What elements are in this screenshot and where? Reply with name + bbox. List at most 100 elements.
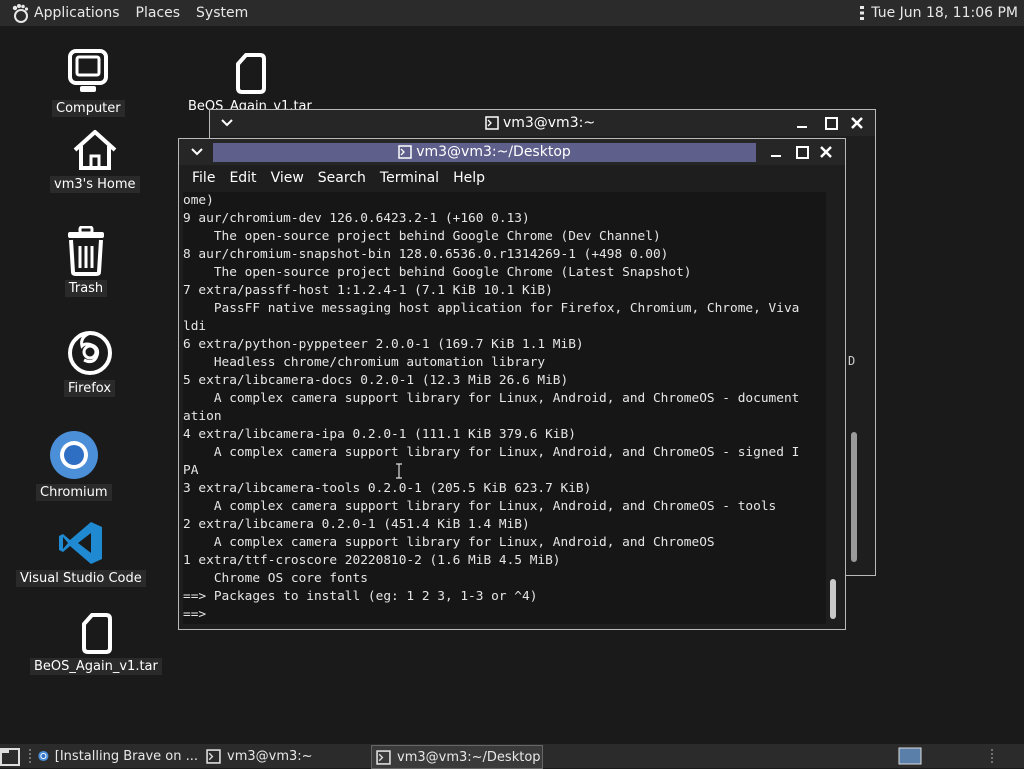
- close-button[interactable]: [848, 114, 866, 132]
- archive-file-icon: [81, 613, 112, 654]
- terminal-menubar: File Edit View Search Terminal Help: [180, 166, 840, 190]
- desktop-icon-beos-archive[interactable]: BeOS_Again_v1.tar: [30, 612, 162, 675]
- maximize-icon: [824, 116, 838, 130]
- terminal-prompt-line[interactable]: ==>: [183, 606, 826, 624]
- computer-icon: [68, 49, 109, 92]
- terminal-line: The open-source project behind Google Ch…: [183, 265, 692, 280]
- terminal-line: 8 aur/chromium-snapshot-bin 128.0.6536.0…: [183, 247, 669, 262]
- desktop-icon-beos-archive-top[interactable]: BeOS_Again_v1.tar: [184, 52, 316, 115]
- terminal-line: 5 extra/libcamera-docs 0.2.0-1 (12.3 MiB…: [183, 373, 569, 388]
- desktop-icon-label: BeOS_Again_v1.tar: [30, 658, 162, 675]
- panel-tray: Tue Jun 18, 11:06 PM: [859, 0, 1018, 26]
- desktop-icon-chromium[interactable]: Chromium: [36, 430, 112, 501]
- terminal-line: PassFF native messaging host application…: [183, 301, 800, 316]
- terminal-line: ==> Packages to install (eg: 1 2 3, 1-3 …: [183, 589, 538, 604]
- terminal-window-desktop[interactable]: vm3@vm3:~/Desktop File Edit View Search …: [178, 138, 846, 630]
- desktop-icon-label: Chromium: [36, 484, 112, 501]
- terminal-icon: [485, 116, 499, 130]
- terminal-line: 1 extra/ttf-croscore 20220810-2 (1.6 MiB…: [183, 553, 561, 568]
- gnome-foot-icon: [12, 4, 29, 23]
- terminal-line: ome): [183, 193, 214, 208]
- back-window-partial-text: D: [848, 354, 856, 368]
- taskbar-item-label: vm3@vm3:~: [227, 748, 313, 764]
- window-menu-button[interactable]: [218, 114, 236, 132]
- desktop-icon-label: vm3's Home: [50, 176, 140, 193]
- chevron-down-icon: [191, 148, 203, 156]
- desktop-icon-home[interactable]: vm3's Home: [50, 128, 140, 193]
- trash-icon: [68, 226, 104, 276]
- desktop-icon-label: Firefox: [64, 380, 116, 397]
- terminal-line: A complex camera support library for Lin…: [183, 535, 715, 550]
- desktop-icon-label: Visual Studio Code: [16, 570, 146, 587]
- terminal-icon: [206, 748, 221, 764]
- window-title: vm3@vm3:~/Desktop: [213, 141, 756, 163]
- desktop-icon-label: Trash: [64, 280, 108, 297]
- taskbar-item-terminal-home[interactable]: vm3@vm3:~: [206, 745, 366, 767]
- chromium-icon: [38, 750, 49, 762]
- minimize-icon: [797, 126, 807, 128]
- text-cursor-icon: [396, 463, 402, 479]
- menu-edit[interactable]: Edit: [229, 170, 256, 186]
- menu-file[interactable]: File: [192, 170, 215, 186]
- tray-separator-icon: [991, 749, 993, 763]
- close-button[interactable]: [817, 143, 835, 161]
- places-menu[interactable]: Places: [136, 5, 181, 21]
- taskbar-item-label: [Installing Brave on ...: [54, 748, 198, 764]
- terminal-line: Chrome OS core fonts: [183, 571, 368, 586]
- desktop-icon-firefox[interactable]: Firefox: [64, 328, 116, 397]
- terminal-line: A complex camera support library for Lin…: [183, 391, 800, 406]
- minimize-button[interactable]: [793, 114, 811, 132]
- taskbar-item-terminal-desktop[interactable]: vm3@vm3:~/Desktop: [371, 745, 543, 769]
- system-menu[interactable]: System: [196, 5, 248, 21]
- vscode-icon: [58, 522, 102, 564]
- menu-terminal[interactable]: Terminal: [380, 170, 439, 186]
- menu-help[interactable]: Help: [453, 170, 485, 186]
- terminal-line: ation: [183, 409, 222, 424]
- workspace-switcher-icon[interactable]: [898, 747, 922, 765]
- terminal-line: ldi: [183, 319, 207, 334]
- terminal-line: 7 extra/passff-host 1:1.2.4-1 (7.1 KiB 1…: [183, 283, 553, 298]
- taskbar-item-label: vm3@vm3:~/Desktop: [397, 749, 541, 765]
- kebab-menu-icon[interactable]: [859, 5, 865, 21]
- taskbar-item-brave-install[interactable]: [Installing Brave on ...: [38, 745, 198, 767]
- terminal-line: A complex camera support library for Lin…: [183, 499, 777, 514]
- top-panel: Applications Places System Tue Jun 18, 1…: [0, 0, 1024, 26]
- menu-search[interactable]: Search: [318, 170, 366, 186]
- terminal-line: 4 extra/libcamera-ipa 0.2.0-1 (111.1 KiB…: [183, 427, 576, 442]
- separator-icon: [29, 749, 31, 763]
- window-titlebar[interactable]: vm3@vm3:~: [210, 110, 875, 136]
- maximize-button[interactable]: [793, 143, 811, 161]
- chevron-down-icon: [221, 119, 233, 127]
- maximize-button[interactable]: [822, 114, 840, 132]
- applications-menu[interactable]: Applications: [10, 3, 120, 23]
- minimize-button[interactable]: [767, 143, 785, 161]
- back-window-scroll-thumb[interactable]: [851, 432, 857, 562]
- applications-menu-label: Applications: [34, 5, 120, 21]
- desktop-icon-label: Computer: [52, 100, 125, 117]
- window-titlebar[interactable]: vm3@vm3:~/Desktop: [179, 139, 845, 165]
- window-menu-button[interactable]: [188, 143, 206, 161]
- close-icon: [820, 146, 832, 158]
- scroll-thumb[interactable]: [830, 579, 836, 619]
- window-title: vm3@vm3:~: [450, 112, 630, 134]
- menu-view[interactable]: View: [271, 170, 304, 186]
- terminal-line: A complex camera support library for Lin…: [183, 445, 800, 460]
- desktop-icon-trash[interactable]: Trash: [62, 226, 110, 297]
- desktop-icon-computer[interactable]: Computer: [52, 48, 125, 117]
- terminal-scrollbar[interactable]: [828, 192, 838, 624]
- terminal-output[interactable]: ome) 9 aur/chromium-dev 126.0.6423.2-1 (…: [183, 192, 826, 624]
- terminal-line: 2 extra/libcamera 0.2.0-1 (451.4 KiB 1.4…: [183, 517, 530, 532]
- firefox-icon: [67, 331, 112, 375]
- terminal-line: PA: [183, 463, 199, 478]
- home-folder-icon: [73, 130, 117, 170]
- bottom-taskbar: [Installing Brave on ... vm3@vm3:~ vm3@v…: [0, 744, 1024, 769]
- clock[interactable]: Tue Jun 18, 11:06 PM: [871, 5, 1018, 21]
- terminal-icon: [376, 749, 391, 765]
- show-desktop-icon[interactable]: [0, 746, 22, 766]
- chromium-icon: [49, 431, 98, 479]
- desktop-icon-vscode[interactable]: Visual Studio Code: [16, 520, 146, 587]
- window-title-text: vm3@vm3:~/Desktop: [416, 144, 571, 160]
- minimize-icon: [771, 155, 781, 157]
- archive-file-icon: [235, 53, 266, 94]
- maximize-icon: [795, 145, 809, 159]
